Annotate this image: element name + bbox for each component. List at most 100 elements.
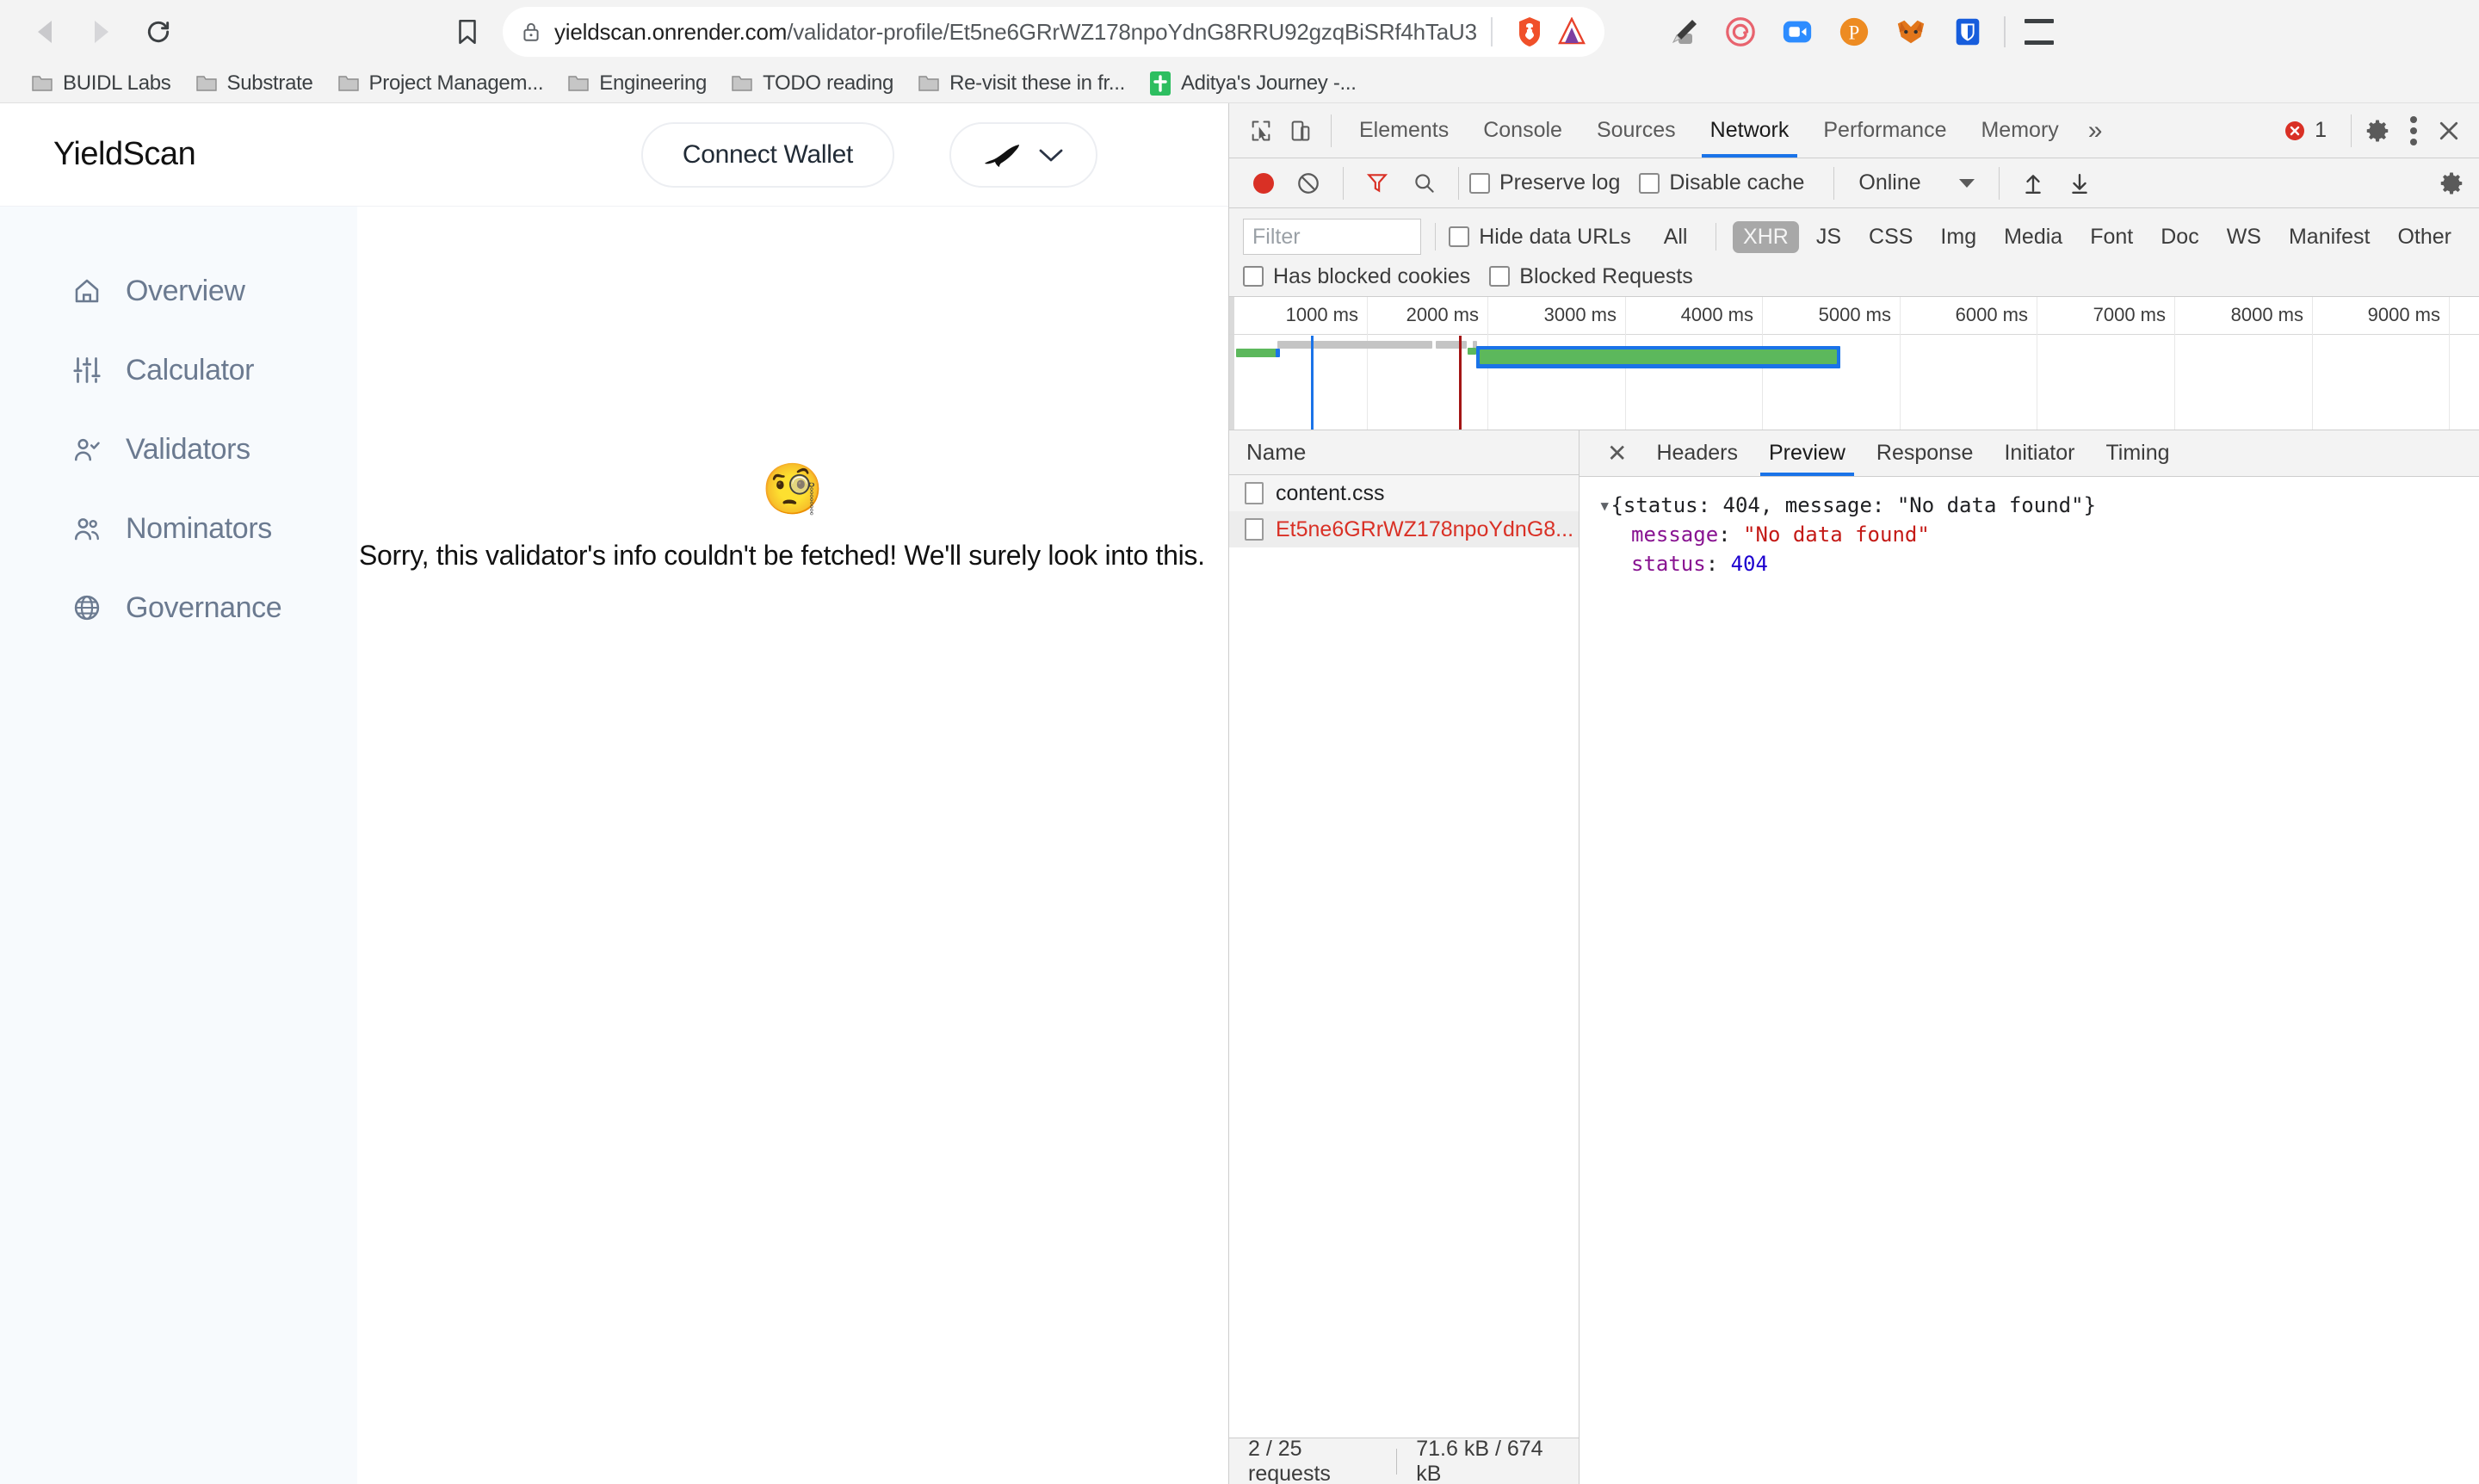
sidebar-item-governance[interactable]: Governance [0,568,357,647]
throttling-dropdown[interactable]: Online [1845,170,1988,195]
blocked-requests-checkbox[interactable]: Blocked Requests [1489,264,1693,289]
type-filter-doc[interactable]: Doc [2150,221,2209,253]
address-bar[interactable]: yieldscan.onrender.com/validator-profile… [503,7,1604,57]
sidebar-item-calculator[interactable]: Calculator [0,331,357,410]
video-camera-icon[interactable] [1780,15,1814,49]
bookmark-item[interactable]: Project Managem... [325,67,556,100]
hide-data-urls-checkbox[interactable]: Hide data URLs [1449,225,1631,250]
type-filter-manifest[interactable]: Manifest [2278,221,2380,253]
sidebar-item-overview[interactable]: Overview [0,251,357,331]
back-button[interactable] [21,8,69,56]
app-logo[interactable]: YieldScan [53,136,196,173]
has-blocked-cookies-checkbox[interactable]: Has blocked cookies [1243,264,1470,289]
type-filter-media[interactable]: Media [1994,221,2073,253]
network-overview-timeline[interactable]: 1000 ms 2000 ms 3000 ms 4000 ms 5000 ms … [1229,297,2479,430]
preview-status-key: status [1631,552,1706,577]
tab-memory[interactable]: Memory [1963,104,2075,158]
tab-preview[interactable]: Preview [1753,430,1861,476]
tab-initiator[interactable]: Initiator [1988,430,2090,476]
filter-input[interactable]: Filter [1243,219,1421,255]
overview-gray-bar [1277,341,1432,349]
bookmark-item[interactable]: Engineering [555,67,719,100]
browser-toolbar: yieldscan.onrender.com/validator-profile… [0,0,2479,64]
requests-count: 2 / 25 requests [1248,1436,1331,1484]
connect-wallet-button[interactable]: Connect Wallet [640,121,894,188]
row-checkbox[interactable] [1245,482,1264,504]
close-icon[interactable] [2436,118,2462,144]
overview-tick-label: 4000 ms [1680,304,1753,325]
preview-summary-suffix: } [2083,493,2097,517]
bookmark-item[interactable]: Re-visit these in fr... [906,67,1137,100]
devtools-tabbar: Elements Console Sources Network Perform… [1229,103,2479,158]
omnibox-divider [1491,17,1493,46]
preview-message-value: "No data found" [1743,522,1930,547]
network-settings-gear-icon[interactable] [2439,170,2465,196]
metamask-fox-icon[interactable] [1894,15,1928,49]
chevron-down-icon [1039,149,1063,161]
bookmark-star-icon[interactable] [453,17,482,46]
tab-headers[interactable]: Headers [1641,430,1753,476]
brave-rewards-triangle-icon[interactable] [1558,17,1586,46]
row-checkbox[interactable] [1245,518,1264,541]
bookmark-label: Aditya's Journey -... [1180,71,1357,95]
bookmark-item[interactable]: BUIDL Labs [19,67,183,100]
type-filter-other[interactable]: Other [2387,221,2462,253]
pinterest-icon[interactable]: P [1837,15,1871,49]
spiral-icon[interactable] [1723,15,1758,49]
brave-shield-icon[interactable] [1517,16,1542,47]
bitwarden-shield-icon[interactable] [1950,15,1985,49]
type-filter-js[interactable]: JS [1806,221,1852,253]
bookmark-item[interactable]: TODO reading [719,67,906,100]
gear-icon[interactable] [2365,118,2391,144]
sidebar-item-nominators[interactable]: Nominators [0,489,357,568]
forward-button[interactable] [77,8,126,56]
network-selector[interactable] [949,121,1097,188]
more-options-icon[interactable] [2410,115,2417,145]
tab-sources[interactable]: Sources [1580,104,1693,158]
table-row[interactable]: Et5ne6GRrWZ178npoYdnG8... [1229,511,1579,547]
overview-tick-label: 1000 ms [1285,304,1358,325]
tab-elements[interactable]: Elements [1342,104,1466,158]
expand-triangle-icon[interactable]: ▾ [1598,493,1610,517]
clear-icon[interactable] [1296,171,1320,195]
sidebar-item-validators[interactable]: Validators [0,410,357,489]
type-filter-all[interactable]: All [1654,221,1698,253]
type-filter-css[interactable]: CSS [1858,221,1923,253]
record-icon[interactable] [1253,172,1274,194]
home-icon [71,275,103,307]
funnel-icon[interactable] [1366,171,1388,195]
type-filter-ws[interactable]: WS [2216,221,2272,253]
checkbox-box [1489,266,1511,287]
search-icon[interactable] [1413,171,1436,195]
transferred-size: 71.6 kB / 674 kB [1416,1436,1543,1484]
overview-left-edge [1229,297,1234,430]
close-detail-icon[interactable]: ✕ [1593,441,1641,466]
hamburger-menu-icon[interactable] [2025,19,2054,45]
type-filter-xhr[interactable]: XHR [1733,220,1799,253]
tab-console[interactable]: Console [1466,104,1580,158]
inspect-cursor-icon[interactable] [1241,111,1281,151]
type-filter-font[interactable]: Font [2080,221,2143,253]
preserve-log-checkbox[interactable]: Preserve log [1469,170,1620,195]
table-row[interactable]: content.css [1229,475,1579,511]
upload-arrow-icon[interactable] [2022,170,2044,196]
filter-divider [1434,223,1436,250]
download-arrow-icon[interactable] [2068,170,2091,196]
more-tabs-button[interactable]: » [2076,116,2115,145]
eyedropper-icon[interactable] [1666,15,1701,49]
checkbox-box [1469,172,1490,194]
device-toolbar-icon[interactable] [1281,111,1320,151]
bookmark-item[interactable]: Aditya's Journey -... [1137,67,1369,100]
requests-status-bar: 2 / 25 requests 71.6 kB / 674 kB [1229,1436,1579,1484]
tab-performance[interactable]: Performance [1806,104,1963,158]
tab-network[interactable]: Network [1693,104,1807,158]
preview-summary-line[interactable]: ▾{status: 404, message: "No data found"} [1598,491,2479,520]
type-filter-img[interactable]: Img [1930,221,1987,253]
bookmark-item[interactable]: Substrate [183,67,325,100]
omnibox-icons [1506,16,1586,47]
tab-response[interactable]: Response [1861,430,1989,476]
error-count-badge[interactable]: 1 [2273,118,2337,143]
tab-timing[interactable]: Timing [2090,430,2185,476]
reload-button[interactable] [134,8,182,56]
disable-cache-checkbox[interactable]: Disable cache [1639,170,1804,195]
